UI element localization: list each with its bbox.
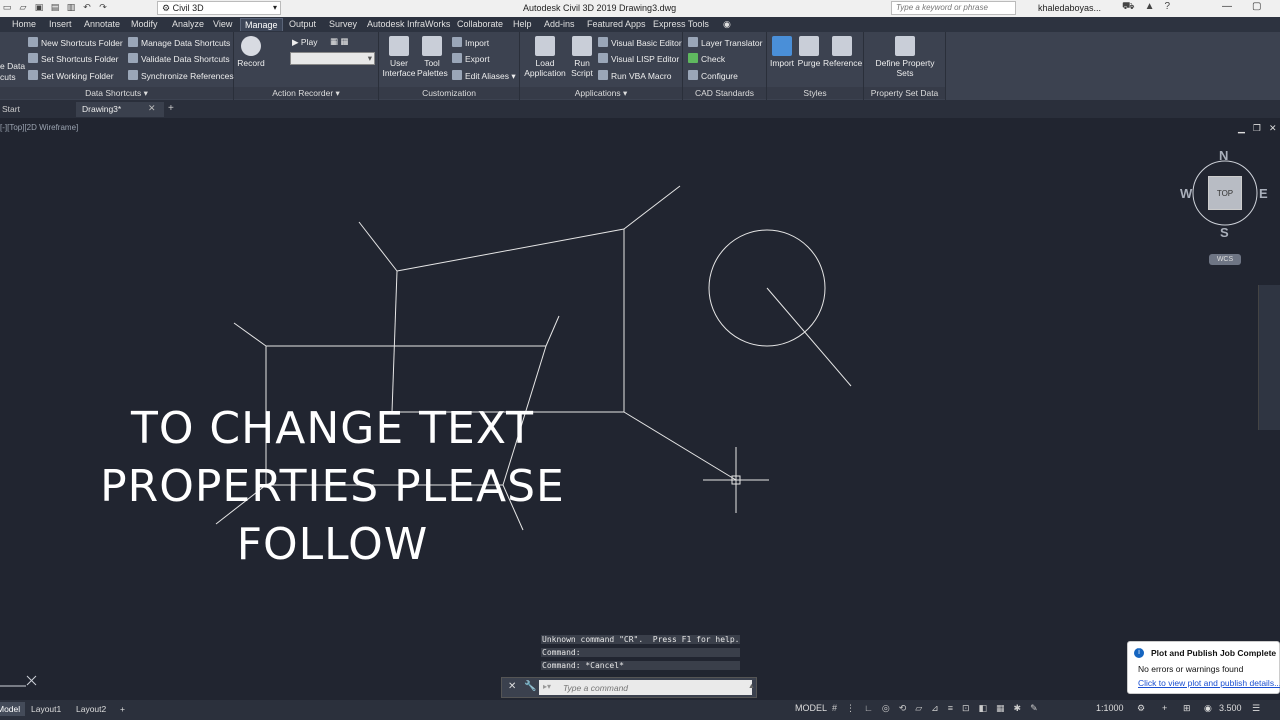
viewport-controls-label[interactable]: [-][Top][2D Wireframe]	[0, 123, 78, 132]
drawing-line[interactable]	[391, 270, 398, 413]
overlay-line-3: FOLLOW	[236, 519, 429, 570]
command-prompt-icon: ▸▾	[543, 682, 552, 691]
command-history-line: Command: *Cancel*	[541, 661, 741, 670]
polar-icon[interactable]: ◎	[882, 703, 890, 714]
otrack-icon[interactable]: ⊿	[931, 703, 939, 714]
autocad-window: ▭ ▱ ▣ ▤ ▥ ↶ ↷ ⚙ Civil 3D ▾ Autodesk Civi…	[0, 0, 1280, 720]
close-command-line-icon[interactable]: ✕	[508, 681, 516, 692]
command-history: Unknown command "CR". Press F1 for help.…	[541, 635, 741, 674]
osnap-icon[interactable]: ▱	[915, 703, 922, 714]
compass-east[interactable]: E	[1259, 186, 1268, 201]
status-bar: Model Layout1 Layout2 + MODEL # ⋮ ∟ ◎ ⟲ …	[0, 700, 1280, 720]
command-line: ✕ 🔧 ▸▾ ▲	[501, 677, 757, 698]
snap-icon[interactable]: ⋮	[846, 703, 855, 714]
close-viewport-icon[interactable]: ✕	[1269, 123, 1277, 134]
plot-publish-notification[interactable]: i Plot and Publish Job Complete No error…	[1127, 641, 1280, 694]
selection-cycling-icon[interactable]: ▦	[996, 703, 1005, 714]
info-icon: i	[1134, 648, 1144, 658]
drawing-line[interactable]	[623, 411, 737, 481]
drawing-line[interactable]	[358, 221, 398, 272]
restore-viewport-icon[interactable]: ❐	[1253, 123, 1261, 134]
navigation-bar[interactable]	[1258, 285, 1280, 430]
layout-tab-layout1[interactable]: Layout1	[26, 702, 66, 716]
annotation-scale[interactable]: 1:1000	[1096, 703, 1124, 713]
plus-icon[interactable]: +	[1162, 703, 1167, 713]
command-input[interactable]	[539, 680, 752, 695]
command-history-toggle-icon[interactable]: ▲	[748, 683, 755, 690]
layout-tab-model[interactable]: Model	[0, 702, 26, 716]
grid-icon[interactable]: #	[832, 703, 837, 714]
transparency-icon[interactable]: ◧	[979, 703, 988, 714]
compass-west[interactable]: W	[1180, 186, 1192, 201]
autoscale-icon[interactable]: ✎	[1030, 703, 1038, 714]
new-layout-plus-icon[interactable]: +	[115, 702, 130, 716]
lineweight-icon[interactable]: ≡	[948, 703, 953, 714]
notification-message: No errors or warnings found	[1138, 664, 1244, 674]
drawing-line[interactable]	[396, 228, 625, 272]
wrench-icon[interactable]: 🔧	[524, 681, 536, 692]
crosshair-cursor	[703, 447, 769, 513]
command-history-line: Unknown command "CR". Press F1 for help.	[541, 635, 741, 644]
status-toggles: # ⋮ ∟ ◎ ⟲ ▱ ⊿ ≡ ⊡ ◧ ▦ ✱ ✎	[832, 703, 1038, 714]
overlay-line-1: TO CHANGE TEXT	[130, 403, 535, 454]
drawing-line[interactable]	[623, 185, 681, 230]
elevation-value[interactable]: 3.500	[1219, 703, 1242, 713]
drawing-line[interactable]	[233, 322, 267, 347]
ucs-toggle-icon[interactable]: ⊡	[962, 703, 970, 714]
notification-details-link[interactable]: Click to view plot and publish details..…	[1138, 678, 1280, 688]
overlay-line-2: PROPERTIES PLEASE	[100, 461, 565, 512]
layout-tab-layout2[interactable]: Layout2	[71, 702, 111, 716]
wcs-menu[interactable]: WCS	[1209, 254, 1241, 265]
units-icon[interactable]: ◉	[1204, 703, 1212, 714]
overlay-caption: TO CHANGE TEXT PROPERTIES PLEASE FOLLOW	[50, 400, 615, 574]
ucs-icon	[0, 675, 37, 687]
hardware-acceleration-icon[interactable]: ⊞	[1183, 703, 1191, 714]
ortho-icon[interactable]: ∟	[864, 703, 873, 714]
isodraft-icon[interactable]: ⟲	[899, 703, 907, 714]
minimize-viewport-icon[interactable]: ▁	[1238, 123, 1245, 134]
notification-title: Plot and Publish Job Complete	[1151, 648, 1277, 658]
command-history-line: Command:	[541, 648, 741, 657]
compass-south[interactable]: S	[1220, 225, 1229, 240]
compass-north[interactable]: N	[1219, 148, 1228, 163]
drawing-line[interactable]	[766, 287, 852, 387]
annotation-visibility-icon[interactable]: ✱	[1014, 703, 1022, 714]
drawing-geometry	[0, 160, 1258, 687]
customize-status-icon[interactable]: ☰	[1252, 703, 1260, 714]
workspace-settings-gear-icon[interactable]: ⚙	[1137, 703, 1145, 714]
model-space-label[interactable]: MODEL	[795, 703, 827, 713]
drawing-line[interactable]	[545, 315, 560, 347]
viewcube-top-face[interactable]: TOP	[1208, 176, 1242, 210]
viewport-window-controls: ▁ ❐ ✕	[1238, 123, 1277, 134]
